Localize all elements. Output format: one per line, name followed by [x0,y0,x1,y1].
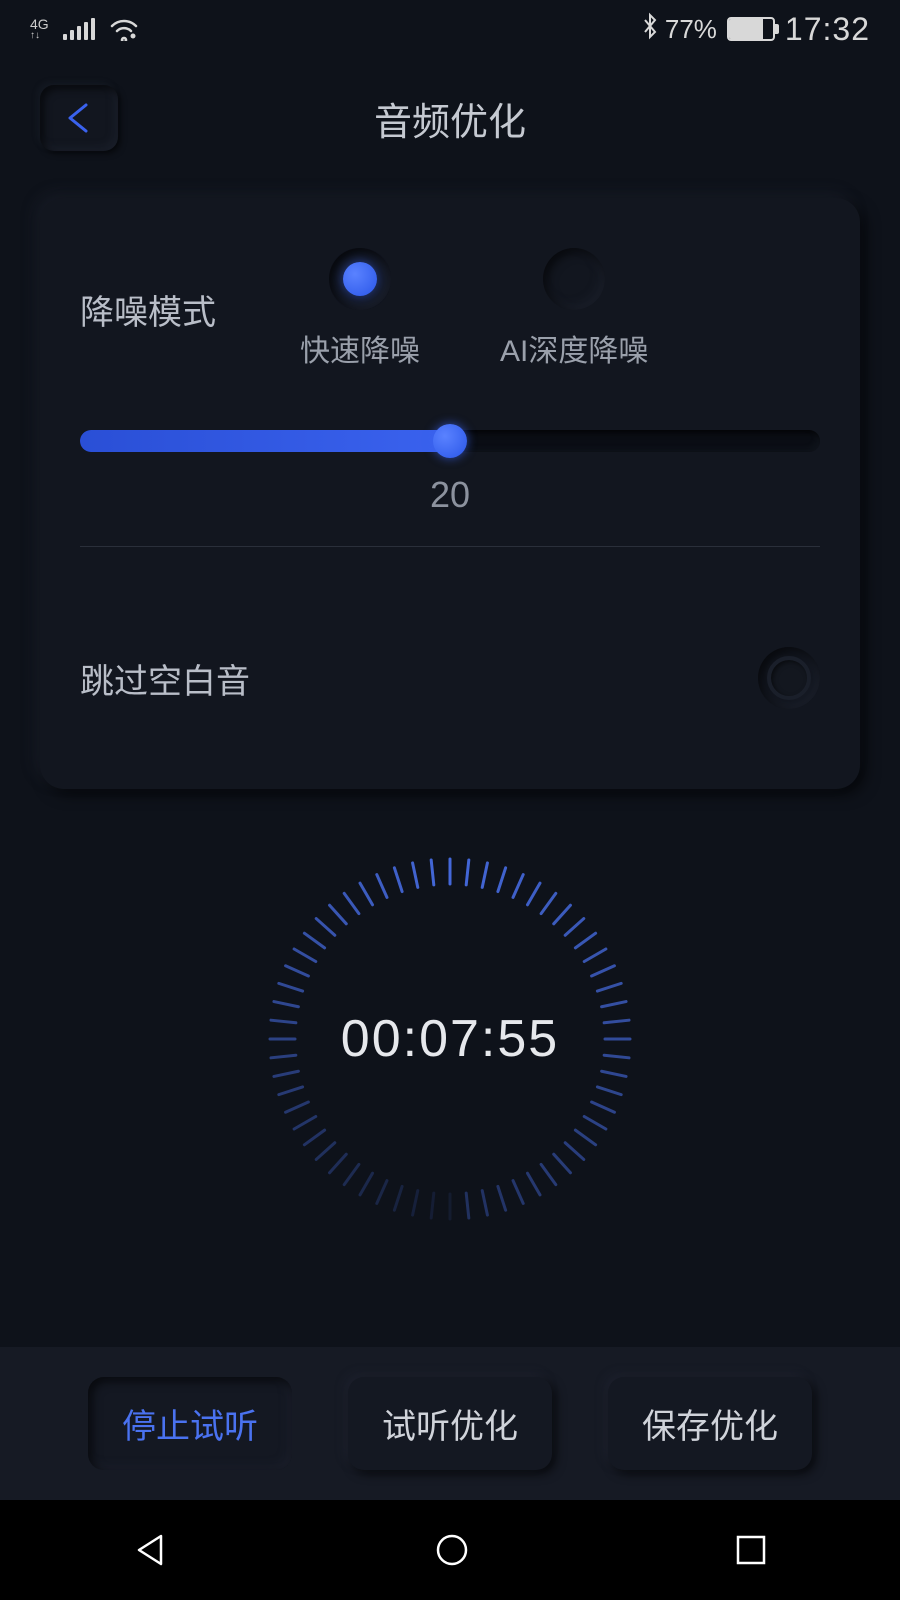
toggle-circle-icon [767,656,811,700]
nav-home-button[interactable] [432,1530,472,1570]
nav-back-button[interactable] [131,1530,171,1570]
stop-preview-button[interactable]: 停止试听 [88,1377,292,1470]
preview-optimize-button[interactable]: 试听优化 [348,1377,552,1470]
slider-value: 20 [80,474,820,516]
header: 音频优化 [0,58,900,178]
chevron-left-icon [64,101,94,135]
timer-display: 00:07:55 [341,1009,559,1069]
back-button[interactable] [40,85,118,151]
clock: 17:32 [785,11,870,48]
divider [80,546,820,547]
settings-card: 降噪模式 快速降噪 AI深度降噪 20 跳过空白音 [40,198,860,789]
battery-icon [727,17,775,41]
signal-icon [63,18,95,40]
network-indicator: 4G ↑↓ [30,17,49,41]
nav-recent-button[interactable] [733,1532,769,1568]
radio-dot-icon [343,262,377,296]
radio-ai-deep-noise[interactable]: AI深度降噪 [500,248,648,370]
battery-percent: 77% [665,14,717,45]
bottom-action-bar: 停止试听 试听优化 保存优化 [0,1347,900,1500]
noise-slider[interactable] [80,430,820,452]
radio-fast-noise[interactable]: 快速降噪 [300,248,420,370]
timer-dial: 00:07:55 [260,849,640,1229]
timer-section: 00:07:55 [0,849,900,1229]
save-optimize-button[interactable]: 保存优化 [608,1377,812,1470]
skip-silence-toggle[interactable] [758,647,820,709]
page-title: 音频优化 [0,91,900,146]
system-nav-bar [0,1500,900,1600]
status-bar: 4G ↑↓ 77% 17:32 [0,0,900,58]
wifi-icon [109,17,139,41]
skip-silence-label: 跳过空白音 [80,654,250,703]
bluetooth-icon [641,12,659,47]
noise-mode-label: 降噪模式 [80,285,240,334]
radio-dot-icon [557,262,591,296]
noise-mode-radio-group: 快速降噪 AI深度降噪 [300,248,648,370]
slider-thumb[interactable] [433,424,467,458]
